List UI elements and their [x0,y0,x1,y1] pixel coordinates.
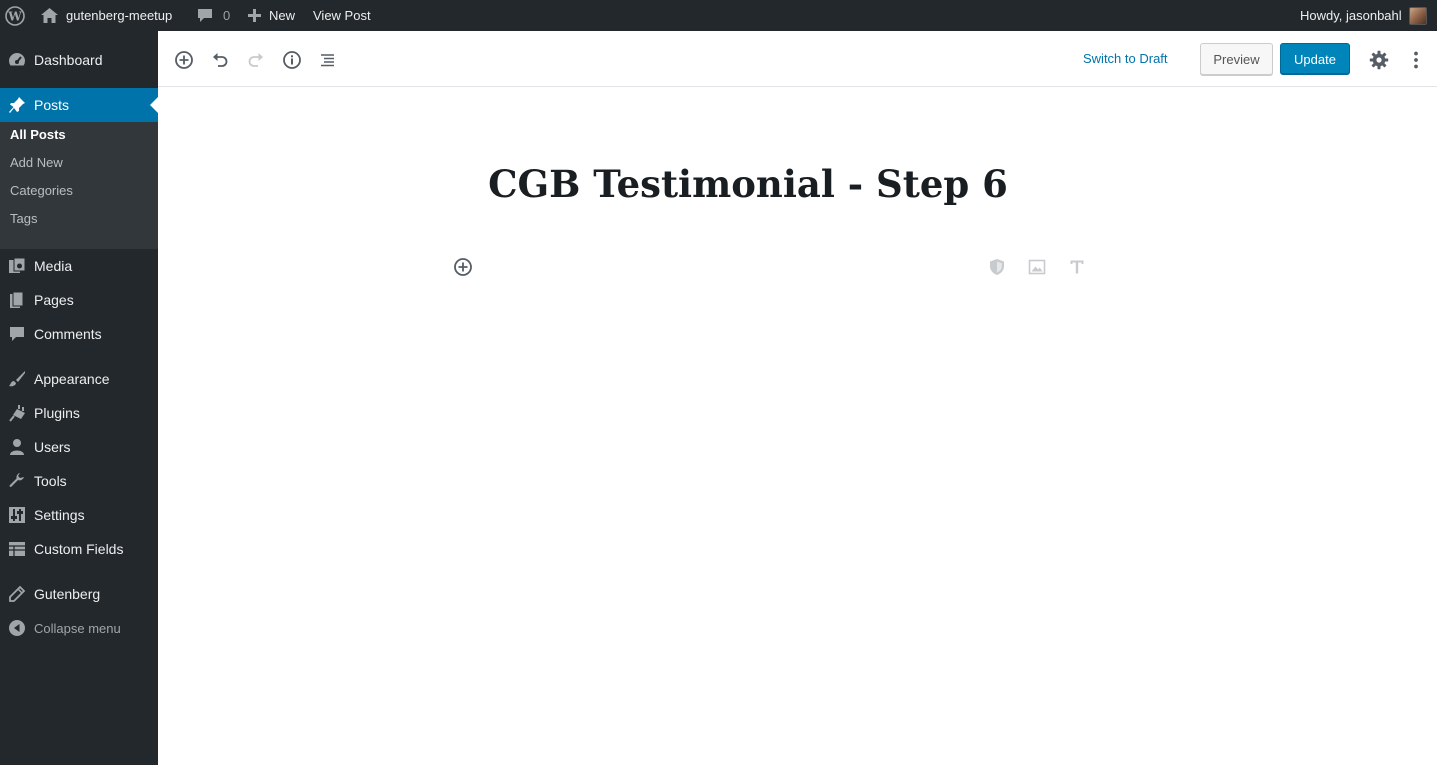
paintbrush-icon [7,369,27,389]
sidebar-item-media[interactable]: Media [0,249,158,283]
sidebar-item-label: Users [34,439,71,455]
submenu-add-new[interactable]: Add New [10,155,63,170]
editor-header: Switch to Draft Preview Update [158,31,1437,87]
pages-icon [7,290,27,310]
preview-button[interactable]: Preview [1200,43,1273,75]
user-icon [7,437,27,457]
sidebar-item-label: Dashboard [34,52,103,68]
comment-icon [7,324,27,344]
sidebar-item-users[interactable]: Users [0,430,158,464]
testimonial-block-shortcut[interactable] [985,255,1009,279]
settings-sliders-icon [7,505,27,525]
wordpress-logo-button[interactable]: W [5,0,25,31]
sidebar-item-label: Gutenberg [34,586,101,602]
post-title[interactable]: CGB Testimonial - Step 6 [420,162,1076,206]
avatar [1408,6,1427,25]
view-post-link[interactable]: View Post [313,0,371,31]
new-label: New [269,8,296,23]
redo-icon [248,53,263,67]
sidebar-item-pages[interactable]: Pages [0,283,158,317]
vertical-ellipsis-icon [1414,51,1418,69]
sidebar-item-settings[interactable]: Settings [0,498,158,532]
posts-submenu: All Posts Add New Categories Tags [0,122,158,249]
table-icon [7,539,27,559]
plus-circle-icon [175,51,193,69]
collapse-menu-label: Collapse menu [34,620,121,636]
collapse-menu-button[interactable]: Collapse menu [0,611,158,645]
sidebar-item-label: Appearance [34,371,110,387]
comments-link[interactable]: 0 [197,0,230,31]
settings-button[interactable] [1367,48,1391,72]
sidebar-item-dashboard[interactable]: Dashboard [0,43,158,77]
sidebar-item-gutenberg[interactable]: Gutenberg [0,577,158,611]
sidebar-item-appearance[interactable]: Appearance [0,362,158,396]
site-name-link[interactable]: gutenberg-meetup [41,0,172,31]
comment-bubble-icon [197,8,213,23]
new-content-link[interactable]: New [248,0,295,31]
view-post-label: View Post [313,8,371,23]
info-icon [283,51,301,69]
media-icon [7,256,27,276]
content-info-button[interactable] [280,48,304,72]
wordpress-logo-icon: W [5,5,25,26]
sidebar-item-posts[interactable]: Posts [0,88,158,122]
plus-circle-icon [454,258,472,276]
redo-button[interactable] [244,48,268,72]
sidebar-item-comments[interactable]: Comments [0,317,158,351]
greeting: Howdy, jasonbahl [1300,8,1402,23]
sidebar-item-label: Pages [34,292,74,308]
paragraph-block-shortcut[interactable] [1065,255,1089,279]
undo-button[interactable] [208,48,232,72]
comments-count: 0 [223,8,231,23]
more-options-button[interactable] [1404,48,1428,72]
sidebar-item-label: Plugins [34,405,80,421]
wrench-icon [7,471,27,491]
sidebar-item-label: Tools [34,473,67,489]
pushpin-icon [7,95,27,115]
sidebar-item-label: Settings [34,507,85,523]
sidebar-item-label: Comments [34,326,102,342]
text-t-icon [1070,260,1084,274]
home-icon [41,8,58,23]
list-outline-icon [321,54,334,67]
submenu-tags[interactable]: Tags [10,211,37,226]
collapse-arrow-icon [7,618,27,638]
gear-icon [1369,50,1389,70]
sidebar-item-label: Posts [34,97,70,113]
add-block-button[interactable] [172,48,196,72]
table-of-contents-button[interactable] [316,48,340,72]
undo-icon [213,53,228,67]
dashboard-icon [7,50,27,70]
shield-icon [990,259,1004,275]
plus-icon [248,9,261,22]
submenu-categories[interactable]: Categories [10,183,73,198]
image-icon [1028,259,1046,275]
submenu-all-posts[interactable]: All Posts [10,127,66,142]
sidebar-item-label: Custom Fields [34,541,124,557]
sidebar-item-plugins[interactable]: Plugins [0,396,158,430]
sidebar-item-tools[interactable]: Tools [0,464,158,498]
sidebar-item-label: Media [34,258,73,274]
admin-sidebar: Dashboard Posts All Posts Add New Catego… [0,31,158,765]
sidebar-item-custom-fields[interactable]: Custom Fields [0,532,158,566]
inserter-button[interactable] [451,255,475,279]
update-button[interactable]: Update [1280,43,1350,75]
my-account-link[interactable]: Howdy, jasonbahl [1300,0,1427,31]
admin-bar: W gutenberg-meetup 0 New View Post Howdy… [0,0,1437,31]
switch-to-draft-button[interactable]: Switch to Draft [1083,51,1168,66]
plug-icon [7,403,27,423]
svg-text:W: W [7,9,22,23]
site-name: gutenberg-meetup [66,8,173,23]
pencil-icon [7,584,27,604]
image-block-shortcut[interactable] [1025,255,1049,279]
